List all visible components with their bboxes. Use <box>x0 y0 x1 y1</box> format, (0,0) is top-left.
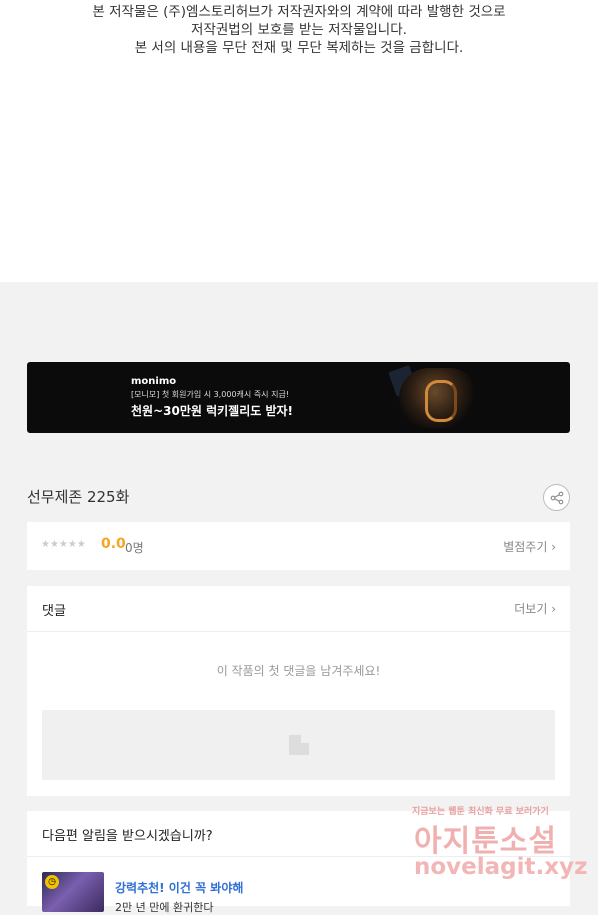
copyright-section: 본 저작물은 (주)엠스토리허브가 저작권자와의 계약에 따라 발행한 것으로 … <box>0 0 598 282</box>
ad-banner[interactable]: monimo [모니모] 첫 회원가입 시 3,000캐시 즉시 지급! 천원~… <box>27 362 570 433</box>
episode-title: 선무제존 225화 <box>27 488 130 506</box>
rate-button[interactable]: 별점주기 › <box>503 538 556 555</box>
episode-title-row: 선무제존 225화 <box>27 484 570 511</box>
copyright-line: 본 저작물은 (주)엠스토리허브가 저작권자와의 계약에 따라 발행한 것으로 <box>92 4 506 20</box>
comment-ad-placeholder[interactable] <box>42 710 555 780</box>
share-icon <box>550 491 563 504</box>
banner-headline: 천원~30만원 럭키젤리도 받자! <box>131 404 294 418</box>
rating-stars: ★★★★★ <box>41 539 86 550</box>
recommend-label[interactable]: 강력추천! 이건 꼭 봐야해 <box>115 879 243 896</box>
comments-panel: 댓글 더보기 › 이 작품의 첫 댓글을 남겨주세요! <box>27 586 570 796</box>
banner-subtext: [모니모] 첫 회원가입 시 3,000캐시 즉시 지급! <box>131 390 290 399</box>
copyright-line: 저작권법의 보호를 받는 저작물입니다. <box>191 22 407 38</box>
watermark-url: novelagit.xyz <box>414 854 588 880</box>
rating-score: 0.0 <box>101 536 126 552</box>
comments-more-button[interactable]: 더보기 › <box>514 600 556 617</box>
clock-icon: ◷ <box>45 875 59 889</box>
comments-header: 댓글 더보기 › <box>27 586 570 632</box>
notify-title: 다음편 알림을 받으시겠습니까? <box>42 829 213 844</box>
rating-count: 0명 <box>125 541 144 555</box>
recommend-thumbnail[interactable]: ◷ <box>42 872 104 912</box>
recommend-description: 2만 년 만에 환귀한다 <box>115 901 214 914</box>
comments-title: 댓글 <box>42 604 66 619</box>
rating-panel: ★★★★★ 0.0 0명 별점주기 › <box>27 522 570 570</box>
image-placeholder-icon <box>289 735 309 755</box>
comments-empty-message: 이 작품의 첫 댓글을 남겨주세요! <box>216 664 381 678</box>
copyright-line: 본 서의 내용을 무단 전재 및 무단 복제하는 것을 금합니다. <box>134 40 464 56</box>
watermark: 지금보는 웹툰 최신화 무료 보러가기 아지툰소설 novelagit.xyz <box>412 804 587 894</box>
banner-ring-image <box>425 380 457 422</box>
share-button[interactable] <box>543 484 570 511</box>
copyright-notice: 본 저작물은 (주)엠스토리허브가 저작권자와의 계약에 따라 발행한 것으로 … <box>0 3 598 57</box>
banner-brand: monimo <box>131 376 177 387</box>
